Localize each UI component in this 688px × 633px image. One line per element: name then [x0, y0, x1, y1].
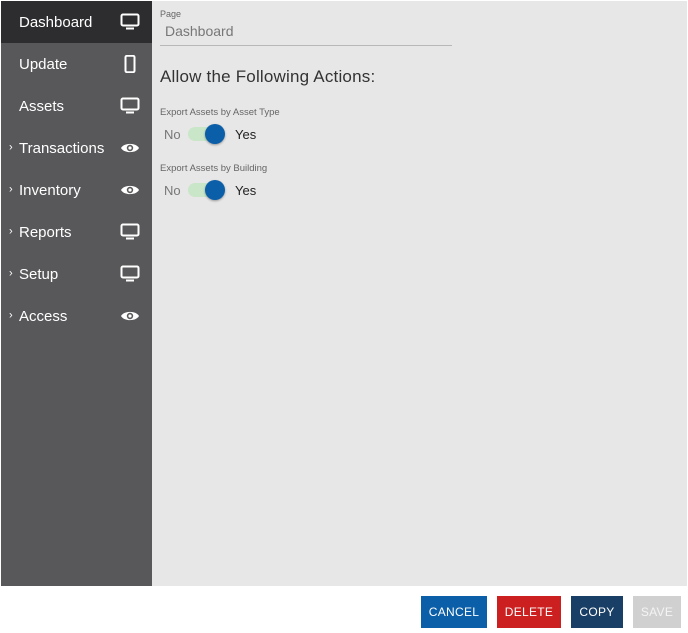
toggle-row: No Yes: [160, 124, 280, 144]
main-panel: Page Dashboard Allow the Following Actio…: [152, 1, 687, 586]
eye-icon: [121, 143, 139, 153]
permission-export-by-building: Export Assets by Building No Yes: [160, 163, 267, 200]
sidebar-item-assets[interactable]: Assets: [1, 85, 152, 127]
sidebar-item-label: Inventory: [19, 181, 81, 199]
sidebar-item-label: Assets: [19, 97, 65, 115]
sidebar-item-access[interactable]: › Access: [1, 295, 152, 337]
section-title: Allow the Following Actions:: [160, 67, 376, 86]
chevron-right-icon: ›: [9, 225, 13, 238]
mobile-icon: [124, 55, 136, 73]
chevron-right-icon: ›: [9, 141, 13, 154]
export-by-asset-type-toggle[interactable]: [188, 124, 226, 144]
permission-export-by-asset-type: Export Assets by Asset Type No Yes: [160, 107, 280, 144]
export-by-building-toggle[interactable]: [188, 180, 226, 200]
sidebar-item-inventory[interactable]: › Inventory: [1, 169, 152, 211]
toggle-on-label: Yes: [235, 182, 257, 198]
eye-icon: [121, 311, 139, 321]
sidebar-item-label: Transactions: [19, 139, 105, 157]
toggle-row: No Yes: [160, 180, 267, 200]
toggle-knob: [205, 124, 225, 144]
sidebar-item-dashboard[interactable]: Dashboard: [1, 1, 152, 43]
sidebar-item-label: Reports: [19, 223, 72, 241]
page-field-value: Dashboard: [160, 21, 452, 46]
sidebar: Dashboard Update Assets › Transactions ›…: [1, 1, 152, 586]
sidebar-item-label: Update: [19, 55, 68, 73]
monitor-icon: [120, 223, 140, 240]
chevron-right-icon: ›: [9, 309, 13, 322]
permission-label: Export Assets by Asset Type: [160, 107, 280, 118]
sidebar-item-label: Dashboard: [19, 13, 93, 31]
toggle-off-label: No: [164, 182, 181, 198]
save-button[interactable]: SAVE: [633, 596, 681, 628]
sidebar-item-reports[interactable]: › Reports: [1, 211, 152, 253]
toggle-knob: [205, 180, 225, 200]
sidebar-item-label: Access: [19, 307, 68, 325]
sidebar-item-setup[interactable]: › Setup: [1, 253, 152, 295]
sidebar-item-label: Setup: [19, 265, 59, 283]
chevron-right-icon: ›: [9, 183, 13, 196]
sidebar-item-transactions[interactable]: › Transactions: [1, 127, 152, 169]
permission-label: Export Assets by Building: [160, 163, 268, 174]
copy-button[interactable]: COPY: [571, 596, 623, 628]
toggle-on-label: Yes: [235, 126, 257, 142]
sidebar-item-update[interactable]: Update: [1, 43, 152, 85]
cancel-button[interactable]: CANCEL: [421, 596, 487, 628]
chevron-right-icon: ›: [9, 267, 13, 280]
monitor-icon: [120, 265, 140, 282]
app-window: Dashboard Update Assets › Transactions ›…: [0, 0, 688, 633]
delete-button[interactable]: DELETE: [497, 596, 561, 628]
page-field: Page Dashboard: [160, 9, 452, 46]
toggle-off-label: No: [164, 126, 181, 142]
eye-icon: [121, 185, 139, 195]
monitor-icon: [120, 97, 140, 114]
monitor-icon: [120, 13, 140, 30]
page-field-label: Page: [160, 9, 182, 19]
